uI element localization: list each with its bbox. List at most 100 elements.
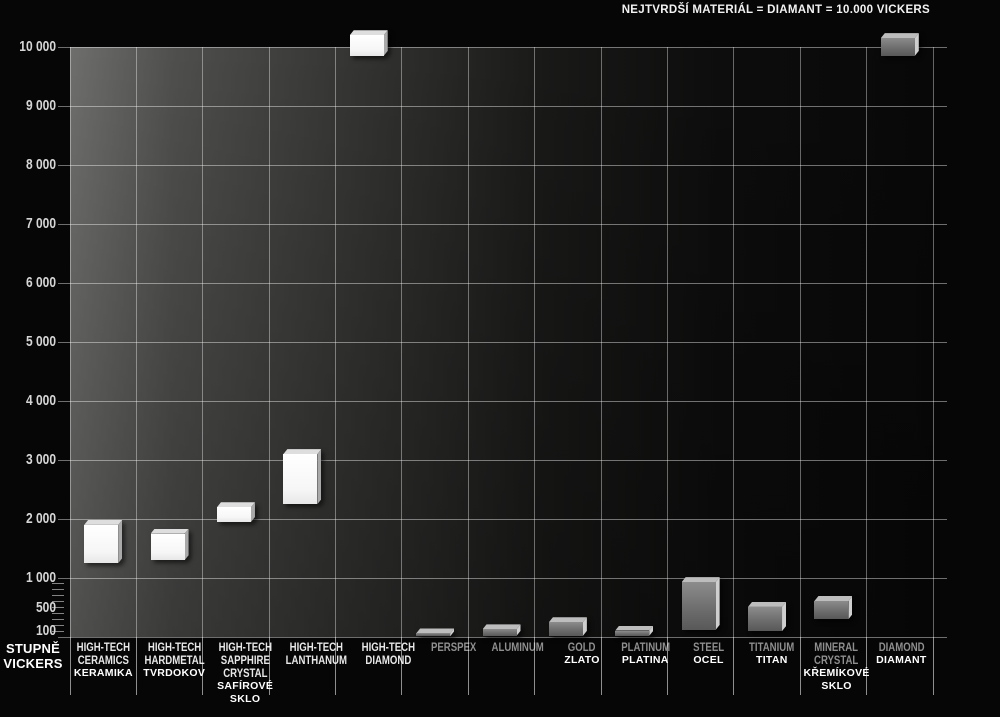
bar-front-face-diamond bbox=[881, 38, 915, 56]
gridline-v-11 bbox=[800, 47, 801, 637]
y-tick-label-1000: 1 000 bbox=[11, 570, 56, 586]
category-translation-line: KŘEMÍKOVÉ bbox=[803, 667, 869, 680]
gridline-h-4000 bbox=[58, 401, 947, 402]
category-translation-line: SKLO bbox=[803, 680, 869, 693]
gridline-v-2 bbox=[202, 47, 203, 637]
bar-front-face-steel bbox=[682, 582, 716, 630]
gridline-h-5000 bbox=[58, 342, 947, 343]
y-minor-tick-300 bbox=[52, 619, 64, 620]
bar-high-tech-hardmetal bbox=[151, 534, 185, 561]
y-tick-label-9000: 9 000 bbox=[11, 98, 56, 114]
category-label-gold: GOLDZLATO bbox=[550, 637, 613, 717]
bar-front-face-perspex bbox=[416, 633, 450, 636]
category-separator-7 bbox=[534, 637, 535, 695]
y-axis-title: STUPNĚ VICKERS bbox=[0, 641, 66, 671]
category-label-high-tech-ceramics: HIGH-TECHCERAMICSKERAMIKA bbox=[70, 637, 137, 717]
gridline-h-3000 bbox=[58, 460, 947, 461]
category-label-mineral-crystal: MINERALCRYSTALKŘEMÍKOVÉSKLO bbox=[803, 637, 869, 717]
vickers-hardness-chart: NEJTVRDŠÍ MATERIÁL = DIAMANT = 10.000 VI… bbox=[0, 0, 1000, 717]
category-translation-line: DIAMANT bbox=[870, 654, 933, 667]
category-separator-12 bbox=[866, 637, 867, 695]
y-tick-label-2000: 2 000 bbox=[11, 511, 56, 527]
category-name-line: HARDMETAL bbox=[144, 654, 204, 667]
category-label-steel: STEELOCEL bbox=[677, 637, 740, 717]
bar-front-face-gold bbox=[549, 622, 583, 636]
category-name-line: STEEL bbox=[683, 641, 734, 654]
bar-high-tech-lanthanum bbox=[283, 454, 317, 504]
category-name-line: TITANIUM bbox=[746, 641, 797, 654]
category-name-line: DIAMOND bbox=[876, 641, 927, 654]
bar-side-face-high-tech-hardmetal bbox=[185, 529, 189, 561]
category-name-line: PLATINUM bbox=[620, 641, 671, 654]
category-separator-11 bbox=[800, 637, 801, 695]
category-label-high-tech-hardmetal: HIGH-TECHHARDMETALTVRDOKOV bbox=[137, 637, 212, 717]
gridline-h-2000 bbox=[58, 519, 947, 520]
bar-platinum bbox=[615, 631, 649, 636]
bar-front-face-high-tech-lanthanum bbox=[283, 454, 317, 504]
category-translation-line: KERAMIKA bbox=[70, 667, 137, 680]
x-axis-category-labels: HIGH-TECHCERAMICSKERAMIKAHIGH-TECHHARDME… bbox=[70, 637, 933, 717]
bar-side-face-titanium bbox=[782, 602, 786, 631]
bar-side-face-high-tech-lanthanum bbox=[317, 449, 321, 504]
y-tick-label-4000: 4 000 bbox=[11, 393, 56, 409]
bar-front-face-titanium bbox=[748, 607, 782, 631]
bar-aluminum bbox=[483, 629, 517, 635]
bar-mineral-crystal bbox=[814, 601, 848, 619]
gridline-v-6 bbox=[468, 47, 469, 637]
category-name-line: ALUMINUM bbox=[492, 641, 544, 654]
bar-front-face-platinum bbox=[615, 631, 649, 636]
category-separator-13 bbox=[933, 637, 934, 695]
category-separator-6 bbox=[468, 637, 469, 695]
gridline-v-3 bbox=[269, 47, 270, 637]
y-tick-label-7000: 7 000 bbox=[11, 216, 56, 232]
gridline-v-5 bbox=[401, 47, 402, 637]
bar-perspex bbox=[416, 633, 450, 636]
bar-side-face-high-tech-ceramics bbox=[118, 520, 122, 563]
category-label-titanium: TITANIUMTITAN bbox=[740, 637, 803, 717]
gridline-v-9 bbox=[667, 47, 668, 637]
category-translation-line: ZLATO bbox=[550, 654, 613, 667]
category-separator-1 bbox=[136, 637, 137, 695]
y-tick-label-10000: 10 000 bbox=[11, 39, 56, 55]
bar-diamond bbox=[881, 38, 915, 56]
y-minor-tick-700 bbox=[52, 595, 64, 596]
gridline-v-13 bbox=[933, 47, 934, 637]
category-separator-10 bbox=[733, 637, 734, 695]
gridline-v-12 bbox=[866, 47, 867, 637]
category-label-high-tech-lanthanum: HIGH-TECHLANTHANUM bbox=[278, 637, 355, 717]
gridline-v-8 bbox=[601, 47, 602, 637]
category-separator-2 bbox=[202, 637, 203, 695]
category-separator-8 bbox=[601, 637, 602, 695]
gridline-h-1000 bbox=[58, 578, 947, 579]
category-name-line: LANTHANUM bbox=[286, 654, 347, 667]
category-label-aluminum: ALUMINUM bbox=[485, 637, 550, 717]
bar-front-face-high-tech-hardmetal bbox=[151, 534, 185, 561]
bar-titanium bbox=[748, 607, 782, 631]
category-name-line: CERAMICS bbox=[77, 654, 130, 667]
gridline-h-8000 bbox=[58, 165, 947, 166]
y-tick-label-6000: 6 000 bbox=[11, 275, 56, 291]
y-minor-tick-800 bbox=[52, 589, 64, 590]
y-tick-label-500: 500 bbox=[11, 600, 56, 616]
gridline-h-10000 bbox=[58, 47, 947, 48]
gridline-v-4 bbox=[335, 47, 336, 637]
category-translation-line: TVRDOKOV bbox=[137, 667, 212, 680]
bar-gold bbox=[549, 622, 583, 636]
category-separator-4 bbox=[335, 637, 336, 695]
bar-front-face-mineral-crystal bbox=[814, 601, 848, 619]
y-axis-title-line1: STUPNĚ bbox=[6, 641, 60, 656]
category-separator-0 bbox=[70, 637, 71, 695]
gridline-h-6000 bbox=[58, 283, 947, 284]
bar-front-face-high-tech-ceramics bbox=[84, 525, 118, 563]
bar-front-face-high-tech-diamond bbox=[350, 35, 384, 56]
category-label-high-tech-diamond: HIGH-TECHDIAMOND bbox=[355, 637, 422, 717]
y-axis-title-line2: VICKERS bbox=[3, 656, 62, 671]
gridline-h-9000 bbox=[58, 106, 947, 107]
category-label-perspex: PERSPEX bbox=[422, 637, 485, 717]
y-tick-label-8000: 8 000 bbox=[11, 157, 56, 173]
plot-area bbox=[70, 47, 933, 637]
chart-title: NEJTVRDŠÍ MATERIÁL = DIAMANT = 10.000 VI… bbox=[622, 4, 930, 16]
gridline-v-7 bbox=[534, 47, 535, 637]
bar-high-tech-sapphire-crystal bbox=[217, 507, 251, 522]
bar-high-tech-diamond bbox=[350, 35, 384, 56]
